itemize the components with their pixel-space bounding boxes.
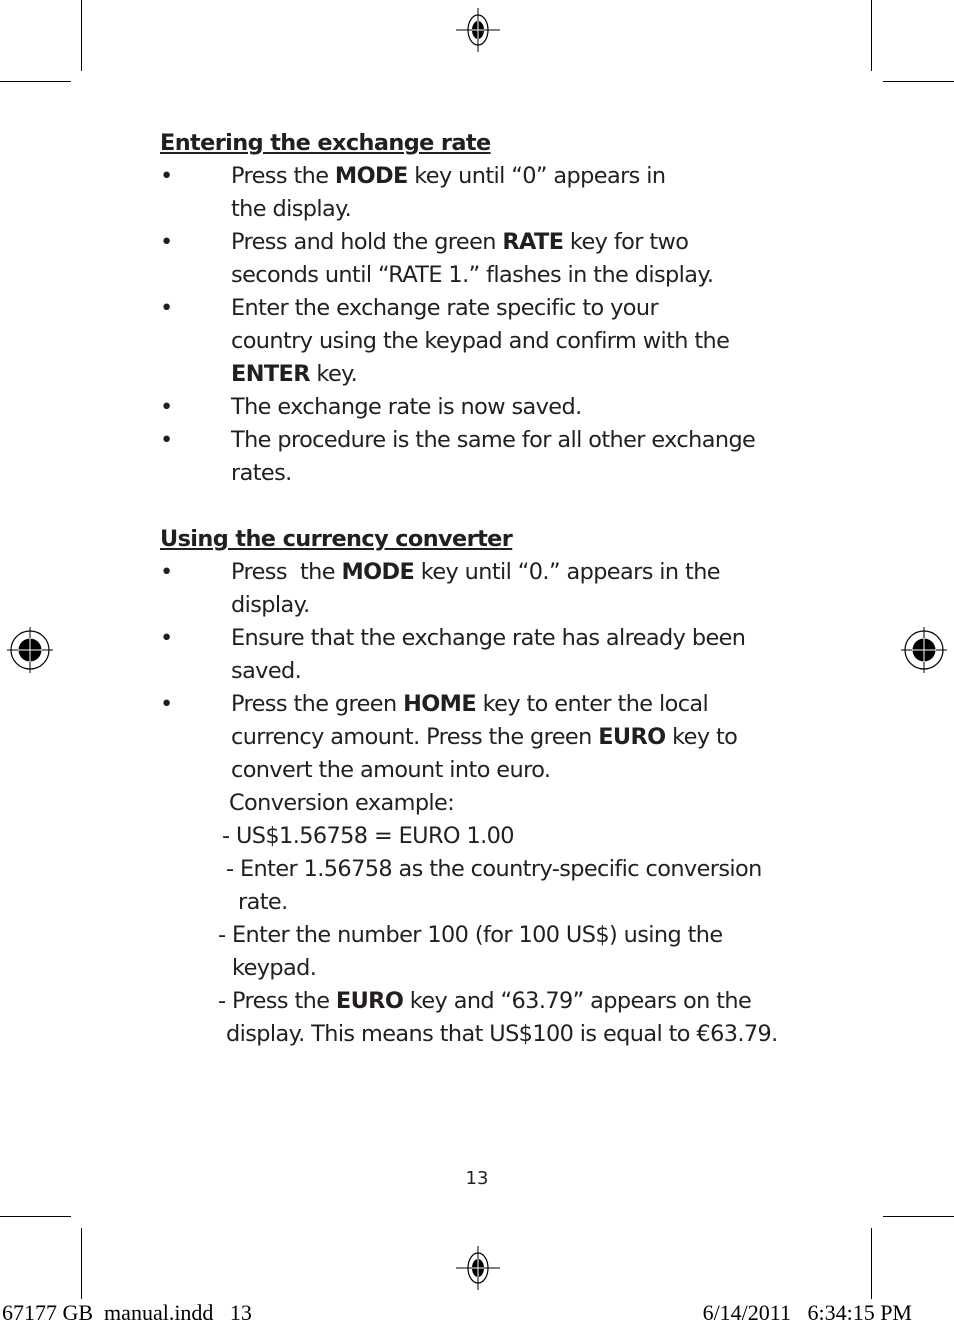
bullet-icon: • [160, 427, 173, 453]
example-line: display. This means that US$100 is equal… [226, 1021, 778, 1047]
bullet-icon: • [160, 229, 173, 255]
list-item: • Ensure that the exchange rate has alre… [160, 622, 820, 688]
example-line: rate. [238, 889, 288, 915]
example-title: Conversion example: [229, 790, 455, 816]
key-name: MODE [341, 559, 415, 585]
example-line: - Press the EURO key and “63.79” appears… [218, 988, 752, 1014]
example-line: keypad. [232, 955, 317, 981]
crop-mark-icon [81, 1228, 82, 1299]
crop-mark-icon [81, 0, 82, 71]
list-item: • Press and hold the green RATE key for … [160, 226, 820, 292]
crop-mark-icon [871, 1228, 872, 1299]
key-name: RATE [502, 229, 564, 255]
page-number: 13 [465, 1168, 489, 1189]
registration-target-icon [456, 8, 500, 52]
key-name: EURO [335, 988, 404, 1014]
key-name: EURO [598, 724, 666, 750]
crop-mark-icon [883, 81, 954, 82]
example-line: - Enter the number 100 (for 100 US$) usi… [218, 922, 723, 948]
bullet-icon: • [160, 691, 173, 717]
crop-mark-icon [0, 81, 71, 82]
key-name: HOME [403, 691, 477, 717]
list-item: • Enter the exchange rate specific to yo… [160, 292, 820, 391]
key-name: MODE [334, 163, 408, 189]
registration-target-icon [901, 627, 947, 673]
bullet-icon: • [160, 295, 173, 321]
registration-target-icon [456, 1246, 500, 1290]
crop-mark-icon [871, 0, 872, 71]
slug-filename: 67177 GB manual.indd 13 [2, 1300, 252, 1325]
slug-timestamp: 6/14/2011 6:34:15 PM [702, 1300, 912, 1325]
list-item: • The exchange rate is now saved. [160, 391, 820, 424]
bullet-icon: • [160, 559, 173, 585]
crop-mark-icon [883, 1216, 954, 1217]
section-heading-entering-rate: Entering the exchange rate [160, 130, 491, 156]
bullet-icon: • [160, 163, 173, 189]
list-item: • Press the green HOME key to enter the … [160, 688, 820, 787]
page-content: Entering the exchange rate • Press the M… [160, 127, 820, 1051]
list-item: • Press the MODE key until “0.” appears … [160, 556, 820, 622]
key-name: ENTER [231, 361, 310, 387]
bullet-icon: • [160, 625, 173, 651]
list-item: • Press the MODE key until “0” appears i… [160, 160, 820, 226]
section-heading-using-converter: Using the currency converter [160, 526, 513, 552]
conversion-example: Conversion example: - US$1.56758 = EURO … [160, 787, 820, 1051]
registration-target-icon [7, 627, 53, 673]
example-line: - Enter 1.56758 as the country-specific … [226, 856, 762, 882]
manual-page: Entering the exchange rate • Press the M… [0, 0, 954, 1334]
example-line: - US$1.56758 = EURO 1.00 [222, 823, 515, 849]
bullet-icon: • [160, 394, 173, 420]
crop-mark-icon [0, 1216, 71, 1217]
list-item: • The procedure is the same for all othe… [160, 424, 820, 490]
